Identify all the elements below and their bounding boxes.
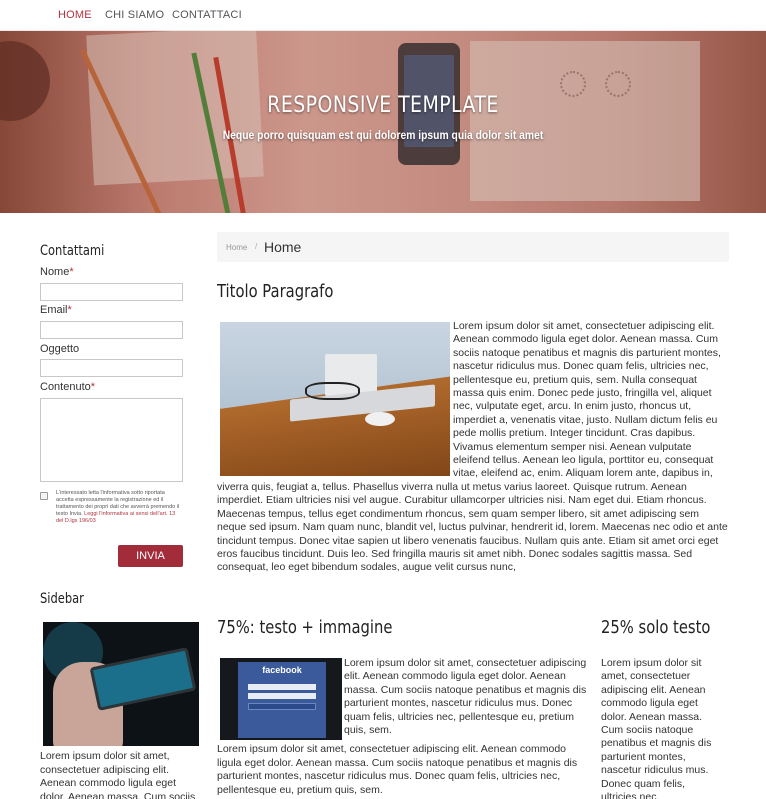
hero-title: RESPONSIVE TEMPLATE — [267, 93, 499, 118]
nav-contattaci-link[interactable]: CONTATTACI — [172, 9, 242, 21]
submit-button[interactable]: INVIA — [118, 545, 183, 567]
hero-subtitle: Neque porro quisquam est qui dolorem ips… — [222, 128, 544, 142]
subject-label: Oggetto — [40, 343, 80, 355]
top-navbar: HOME CHI SIAMO CONTATTACI — [0, 0, 766, 31]
sidebar-text: Lorem ipsum dolor sit amet, consectetuer… — [40, 750, 196, 799]
facebook-field — [248, 684, 316, 690]
hero-banner: RESPONSIVE TEMPLATE Neque porro quisquam… — [0, 31, 766, 213]
paragraph-title: Titolo Paragrafo — [217, 281, 334, 302]
main-image — [220, 322, 450, 476]
breadcrumb-home-link[interactable]: Home — [226, 243, 247, 252]
breadcrumb-current: Home — [264, 239, 302, 255]
contact-form-title: Contattami — [40, 243, 105, 259]
col25-text: Lorem ipsum dolor sit amet, consectetuer… — [601, 657, 712, 799]
breadcrumb-separator: / — [255, 242, 258, 251]
col25-title: 25% solo testo — [601, 617, 711, 638]
facebook-field — [248, 693, 316, 699]
col75-title: 75%: testo + immagine — [217, 617, 393, 638]
nav-home-link[interactable]: HOME — [58, 9, 92, 21]
email-label: Email* — [40, 304, 72, 316]
email-field[interactable] — [40, 321, 183, 339]
breadcrumb: Home / Home — [217, 232, 729, 262]
main-image-glasses — [305, 382, 360, 400]
sidebar-image — [43, 622, 199, 746]
hero-overlay — [0, 31, 766, 213]
name-label: Nome* — [40, 266, 74, 278]
facebook-logo: facebook — [262, 665, 302, 675]
facebook-screen: facebook — [238, 662, 326, 738]
col75-image: facebook — [220, 658, 342, 740]
subject-field[interactable] — [40, 359, 183, 377]
nav-chi-siamo-link[interactable]: CHI SIAMO — [105, 9, 164, 21]
col75-paragraph-2: Lorem ipsum dolor sit amet, consectetuer… — [217, 743, 578, 796]
main-image-mouse — [365, 412, 395, 426]
content-textarea[interactable] — [40, 398, 183, 482]
sidebar-title: Sidebar — [40, 591, 84, 607]
facebook-login-button — [248, 703, 316, 710]
name-field[interactable] — [40, 283, 183, 301]
privacy-notice: L'interessato letta l'informativa sotto … — [56, 490, 181, 525]
content-label: Contenuto* — [40, 381, 96, 393]
privacy-checkbox[interactable] — [40, 492, 48, 500]
sidebar-image-phone — [89, 647, 197, 711]
